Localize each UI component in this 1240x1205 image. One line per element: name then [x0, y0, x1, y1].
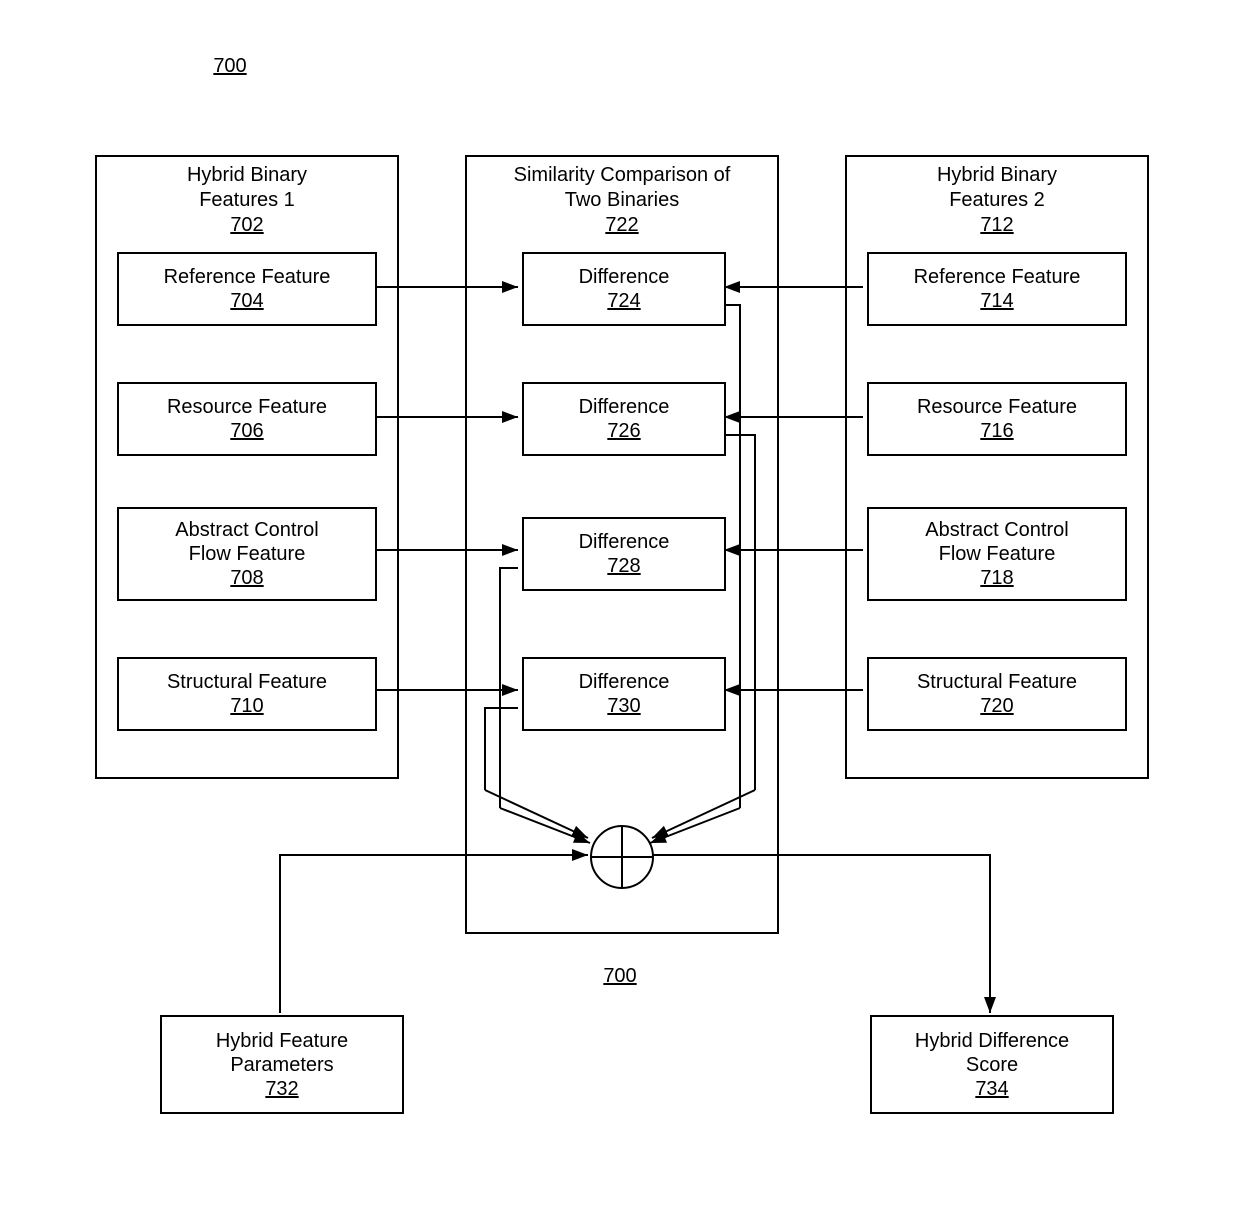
box-hybrid-feature-parameters: Hybrid Feature Parameters 732: [160, 1015, 404, 1114]
summing-junction: [590, 825, 654, 889]
panel-title-left: Hybrid Binary Features 1 702: [97, 157, 397, 238]
box-difference-726: Difference 726: [522, 382, 726, 456]
panel-similarity-comparison: Similarity Comparison of Two Binaries 72…: [465, 155, 779, 934]
box-structural-feature-1: Structural Feature 710: [117, 657, 377, 731]
panel-title-center: Similarity Comparison of Two Binaries 72…: [467, 157, 777, 238]
box-difference-730: Difference 730: [522, 657, 726, 731]
panel-number: 702: [230, 214, 263, 236]
box-resource-feature-1: Resource Feature 706: [117, 382, 377, 456]
box-resource-feature-2: Resource Feature 716: [867, 382, 1127, 456]
panel-hybrid-features-2: Hybrid Binary Features 2 712 Reference F…: [845, 155, 1149, 779]
diagram-canvas: 700 Hybrid Binary Features 1 702 Referen…: [0, 0, 1240, 1205]
box-structural-feature-2: Structural Feature 720: [867, 657, 1127, 731]
box-abstract-control-flow-2: Abstract Control Flow Feature 718: [867, 507, 1127, 601]
box-abstract-control-flow-1: Abstract Control Flow Feature 708: [117, 507, 377, 601]
box-reference-feature-2: Reference Feature 714: [867, 252, 1127, 326]
panel-title-right: Hybrid Binary Features 2 712: [847, 157, 1147, 238]
box-difference-724: Difference 724: [522, 252, 726, 326]
box-difference-728: Difference 728: [522, 517, 726, 591]
panel-hybrid-features-1: Hybrid Binary Features 1 702 Reference F…: [95, 155, 399, 779]
box-reference-feature-1: Reference Feature 704: [117, 252, 377, 326]
box-hybrid-difference-score: Hybrid Difference Score 734: [870, 1015, 1114, 1114]
figure-label-top: 700: [200, 55, 260, 78]
figure-label-bottom: 700: [590, 965, 650, 988]
panel-title-text: Hybrid Binary Features 1: [187, 164, 307, 211]
